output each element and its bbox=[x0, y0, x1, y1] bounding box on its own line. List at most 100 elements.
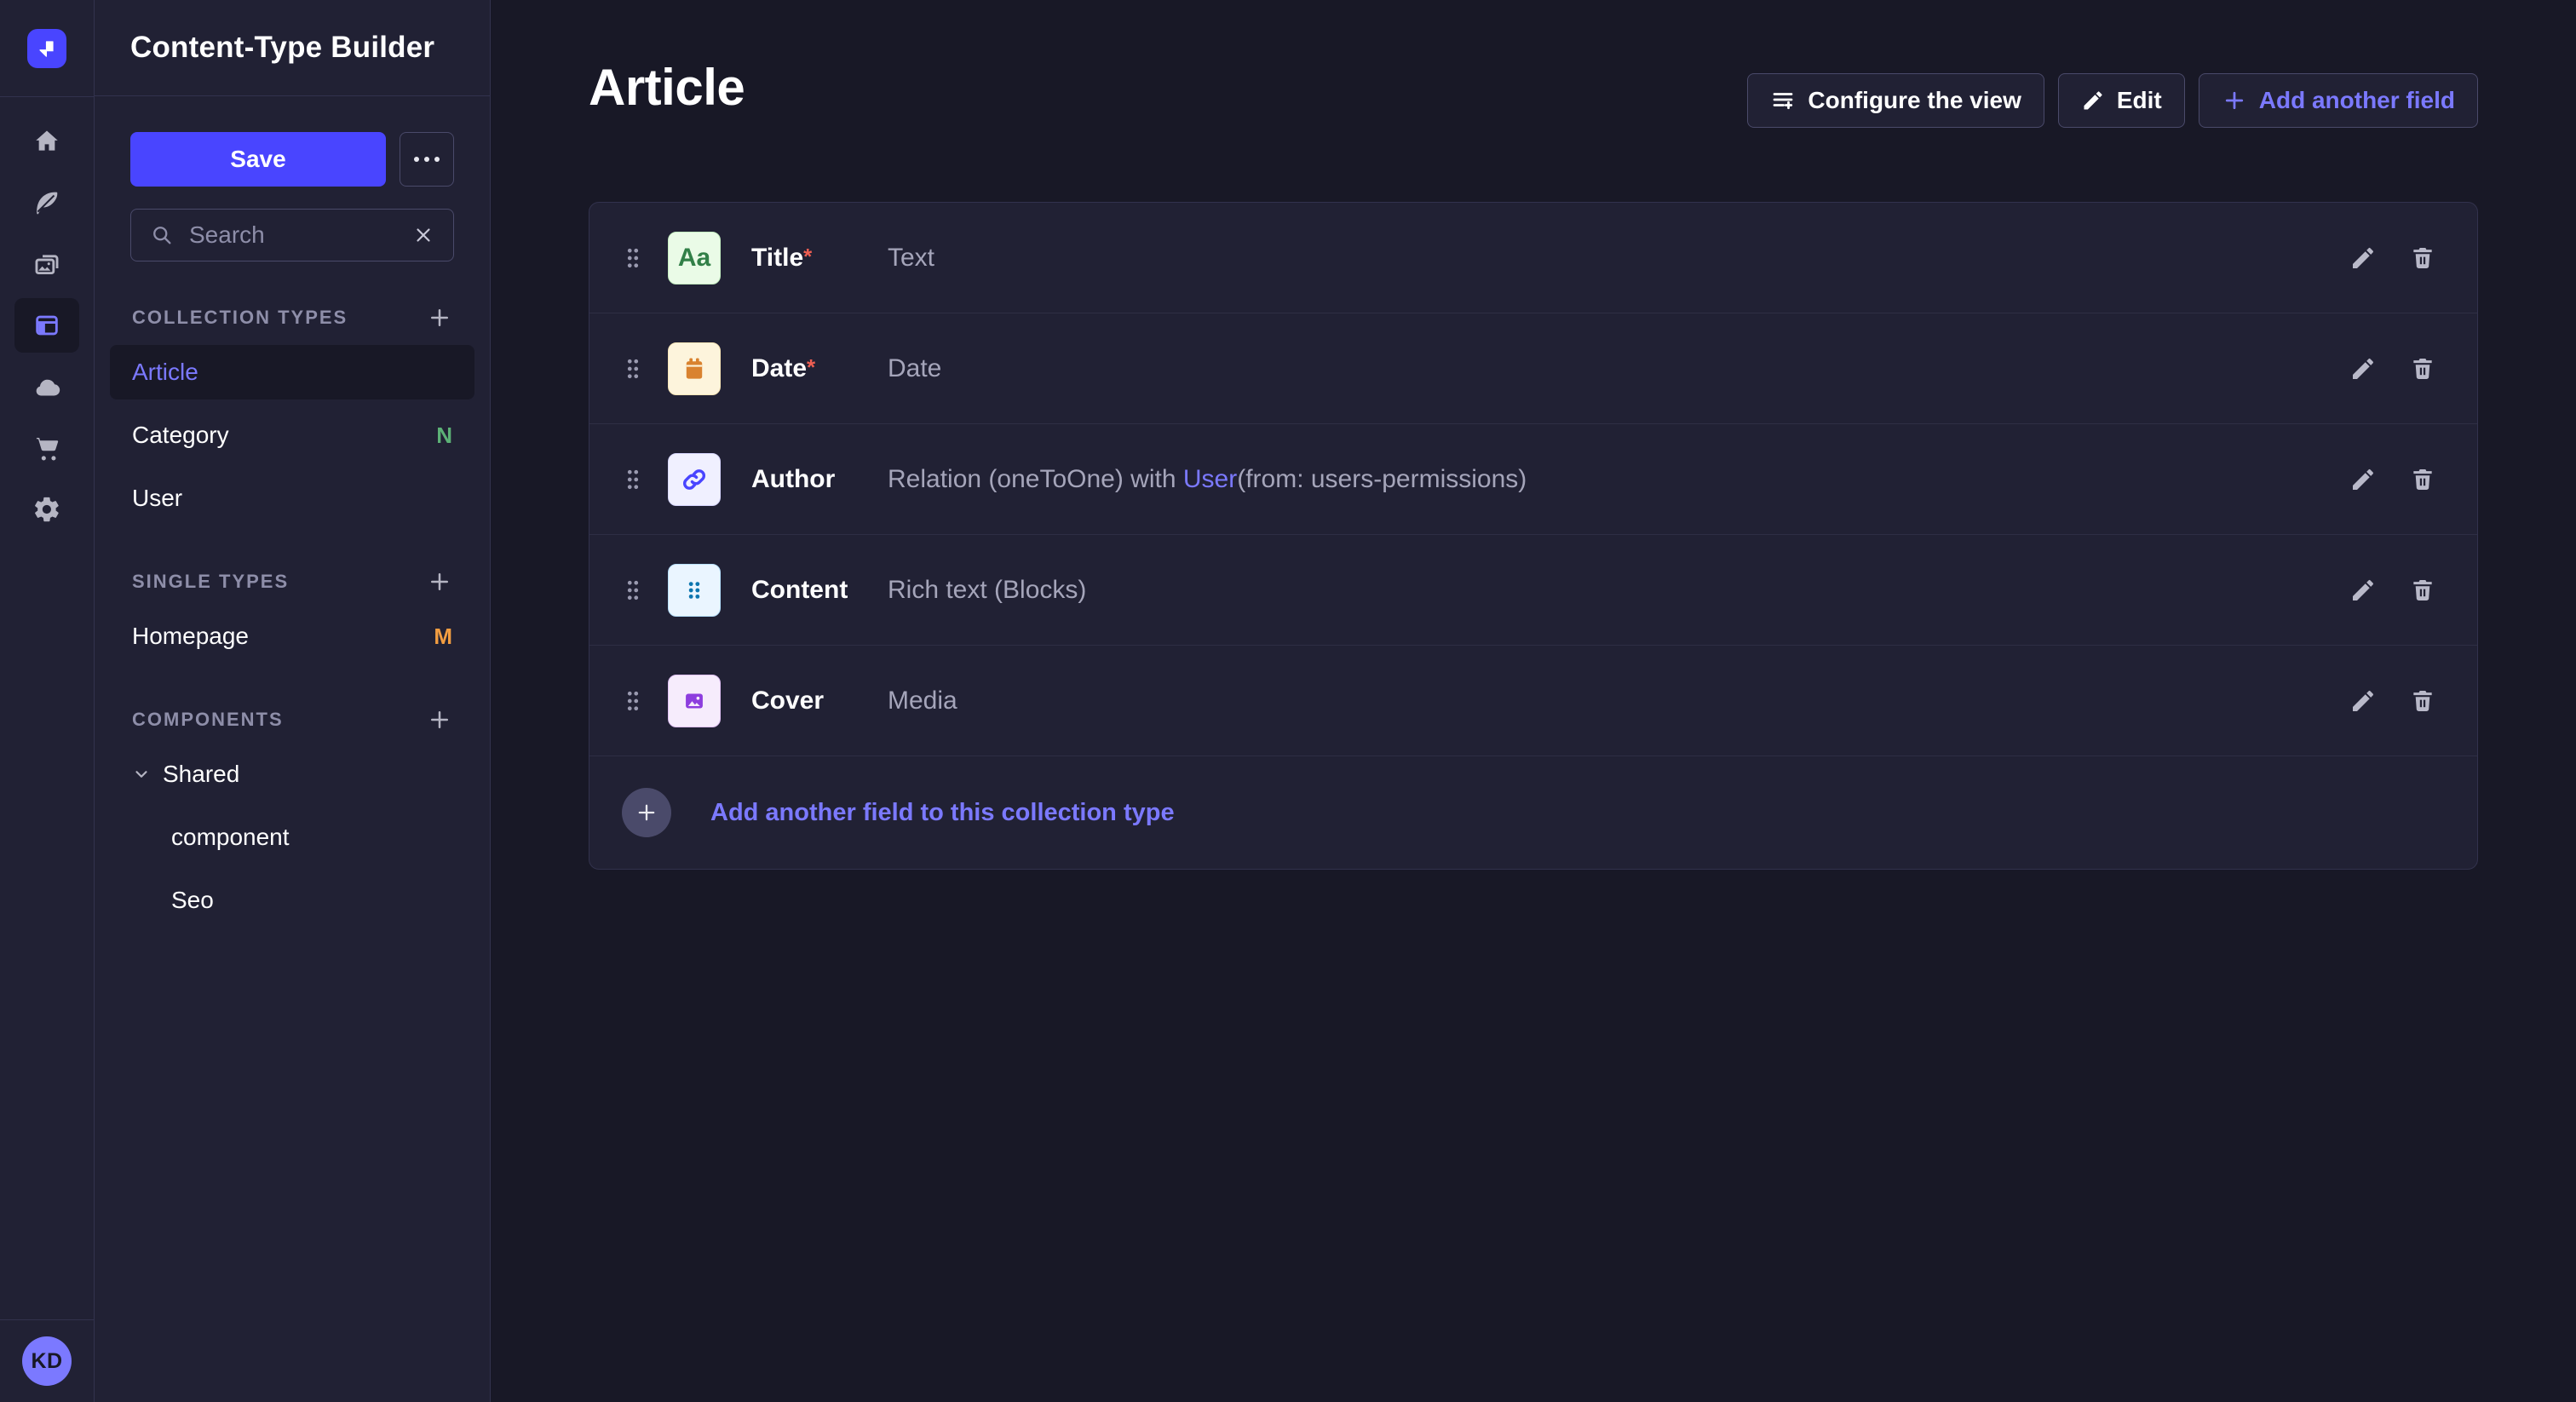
field-type: Rich text (Blocks) bbox=[888, 576, 1086, 605]
rail-item-media-library[interactable] bbox=[14, 237, 79, 291]
text-field-icon: Aa bbox=[668, 232, 721, 284]
required-mark: * bbox=[803, 244, 812, 269]
plus-icon bbox=[427, 569, 452, 595]
field-row-title: Aa Title* Text bbox=[589, 203, 2477, 313]
search-input[interactable] bbox=[187, 221, 399, 250]
add-field-circle-button[interactable] bbox=[622, 788, 671, 837]
field-row-date: Date* Date bbox=[589, 313, 2477, 424]
field-row-author: Author Relation (oneToOne) with User(fro… bbox=[589, 424, 2477, 535]
rail-item-content-type-builder[interactable] bbox=[14, 298, 79, 353]
blocks-field-icon bbox=[668, 564, 721, 617]
icon-rail: KD bbox=[0, 0, 95, 1402]
media-field-icon bbox=[668, 675, 721, 727]
sidebar-item-shared-group[interactable]: Shared bbox=[110, 747, 474, 802]
plus-icon bbox=[427, 707, 452, 733]
trash-icon bbox=[2409, 244, 2436, 272]
trash-icon bbox=[2409, 466, 2436, 493]
fields-table: Aa Title* Text Date* Date Author Relatio… bbox=[589, 202, 2478, 870]
sidebar-header: Content-Type Builder bbox=[95, 0, 490, 96]
field-name: Content bbox=[751, 576, 865, 605]
plus-icon bbox=[2222, 88, 2247, 113]
rail-nav bbox=[0, 97, 94, 1319]
feather-icon bbox=[32, 188, 61, 217]
field-row-content: Content Rich text (Blocks) bbox=[589, 535, 2477, 646]
sidebar-item-component[interactable]: component bbox=[110, 810, 474, 865]
delete-field-button[interactable] bbox=[2409, 244, 2436, 272]
delete-field-button[interactable] bbox=[2409, 577, 2436, 604]
field-type: Relation (oneToOne) with User(from: user… bbox=[888, 465, 1527, 494]
plus-icon bbox=[427, 305, 452, 330]
edit-field-button[interactable] bbox=[2349, 577, 2377, 604]
section-collection-types: COLLECTION TYPES Article Category N User bbox=[95, 301, 490, 526]
avatar[interactable]: KD bbox=[22, 1336, 72, 1386]
search-box bbox=[130, 209, 454, 261]
section-components: COMPONENTS Shared component Seo bbox=[95, 703, 490, 928]
delete-field-button[interactable] bbox=[2409, 466, 2436, 493]
field-name: Title* bbox=[751, 244, 865, 273]
toolbar: Configure the view Edit Add another fiel… bbox=[1747, 73, 2478, 128]
clear-search-icon[interactable] bbox=[412, 224, 434, 246]
configure-view-button[interactable]: Configure the view bbox=[1747, 73, 2044, 128]
rail-header bbox=[0, 0, 94, 97]
delete-field-button[interactable] bbox=[2409, 355, 2436, 382]
add-field-to-collection-link[interactable]: Add another field to this collection typ… bbox=[710, 799, 1175, 827]
more-options-button[interactable] bbox=[400, 132, 454, 187]
trash-icon bbox=[2409, 687, 2436, 715]
sidebar-item-user[interactable]: User bbox=[110, 471, 474, 526]
plus-icon bbox=[635, 801, 658, 825]
rail-item-content-manager[interactable] bbox=[14, 175, 79, 230]
add-single-type-button[interactable] bbox=[427, 569, 452, 595]
pencil-icon bbox=[2349, 244, 2377, 272]
rail-item-settings[interactable] bbox=[14, 482, 79, 537]
rail-item-marketplace[interactable] bbox=[14, 421, 79, 475]
rail-footer: KD bbox=[0, 1319, 94, 1402]
save-button[interactable]: Save bbox=[130, 132, 386, 187]
sidebar-item-article[interactable]: Article bbox=[110, 345, 474, 399]
date-field-icon bbox=[668, 342, 721, 395]
search-icon bbox=[150, 223, 174, 247]
pencil-icon bbox=[2349, 355, 2377, 382]
page-title: Article bbox=[589, 60, 745, 116]
add-component-button[interactable] bbox=[427, 707, 452, 733]
drag-handle-icon[interactable] bbox=[624, 356, 642, 382]
field-type: Media bbox=[888, 687, 957, 715]
drag-handle-icon[interactable] bbox=[624, 577, 642, 603]
edit-field-button[interactable] bbox=[2349, 466, 2377, 493]
rail-item-deploy[interactable] bbox=[14, 359, 79, 414]
field-name: Author bbox=[751, 465, 865, 494]
required-mark: * bbox=[807, 354, 815, 380]
edit-field-button[interactable] bbox=[2349, 355, 2377, 382]
media-library-icon bbox=[32, 250, 61, 279]
section-label: SINGLE TYPES bbox=[132, 571, 289, 593]
main-content: Article Configure the view Edit Add anot… bbox=[491, 0, 2576, 1402]
drag-handle-icon[interactable] bbox=[624, 467, 642, 492]
app-title: Content-Type Builder bbox=[130, 31, 434, 65]
drag-handle-icon[interactable] bbox=[624, 688, 642, 714]
edit-field-button[interactable] bbox=[2349, 687, 2377, 715]
section-label: COLLECTION TYPES bbox=[132, 307, 348, 329]
sidebar: Content-Type Builder Save COLLECTION TYP… bbox=[95, 0, 491, 1402]
sidebar-item-homepage[interactable]: Homepage M bbox=[110, 609, 474, 664]
drag-handle-icon[interactable] bbox=[624, 245, 642, 271]
pencil-icon bbox=[2349, 687, 2377, 715]
sidebar-item-seo[interactable]: Seo bbox=[110, 873, 474, 928]
section-single-types: SINGLE TYPES Homepage M bbox=[95, 565, 490, 664]
status-badge: M bbox=[434, 623, 452, 650]
sidebar-item-category[interactable]: Category N bbox=[110, 408, 474, 463]
add-another-field-button[interactable]: Add another field bbox=[2199, 73, 2478, 128]
delete-field-button[interactable] bbox=[2409, 687, 2436, 715]
gear-icon bbox=[32, 495, 61, 524]
field-type: Date bbox=[888, 354, 941, 383]
rail-item-home[interactable] bbox=[14, 114, 79, 169]
home-icon bbox=[32, 127, 61, 156]
chevron-down-icon bbox=[132, 765, 151, 784]
relation-target-link[interactable]: User bbox=[1183, 465, 1237, 493]
relation-field-icon bbox=[668, 453, 721, 506]
sidebar-body: Save COLLECTION TYPES Article Category N bbox=[95, 96, 490, 928]
field-name: Date* bbox=[751, 354, 865, 383]
edit-field-button[interactable] bbox=[2349, 244, 2377, 272]
edit-button[interactable]: Edit bbox=[2058, 73, 2185, 128]
field-type: Text bbox=[888, 244, 934, 273]
add-collection-type-button[interactable] bbox=[427, 305, 452, 330]
cart-icon bbox=[32, 434, 61, 463]
